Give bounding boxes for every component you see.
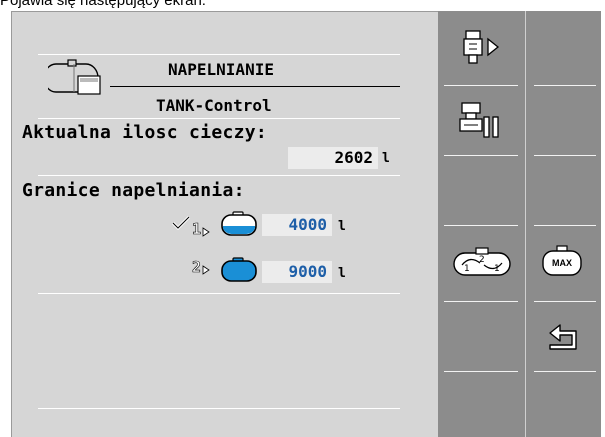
- separator-line: [38, 118, 400, 119]
- limit1-number: 1: [192, 220, 202, 239]
- current-volume-unit: l: [382, 151, 390, 166]
- current-volume-value: 2602: [288, 147, 378, 169]
- softkey-panel: 1 2 1 MAX: [438, 11, 601, 437]
- svg-text:2: 2: [479, 255, 485, 265]
- empty-softkey[interactable]: [438, 303, 524, 369]
- empty-softkey[interactable]: [526, 157, 601, 223]
- start-filling-button[interactable]: [438, 11, 524, 83]
- title-divider: [110, 86, 400, 87]
- max-label: MAX: [552, 258, 572, 268]
- tank-half-icon[interactable]: [220, 211, 258, 237]
- fill-limits-label: Granice napelniania:: [22, 180, 245, 201]
- current-volume-label: Aktualna ilosc cieczy:: [22, 122, 268, 143]
- valve-start-icon: [460, 29, 504, 69]
- pause-filling-button[interactable]: [438, 87, 524, 153]
- limit2-unit: l: [338, 266, 346, 281]
- panel-divider: [534, 301, 596, 302]
- checkmark-icon: [171, 215, 191, 231]
- limit2-number: 2: [192, 258, 202, 277]
- panel-divider: [444, 85, 518, 86]
- max-tank-icon: MAX: [542, 245, 582, 277]
- max-fill-button[interactable]: MAX: [526, 227, 601, 299]
- panel-divider: [444, 225, 518, 226]
- page-caption: Pojawia się następujący ekran:: [0, 0, 206, 9]
- panel-divider: [444, 155, 518, 156]
- separator-line: [38, 175, 400, 176]
- valve-pause-icon: [458, 101, 504, 145]
- limit-arrow-icon: [202, 222, 210, 237]
- empty-softkey[interactable]: [438, 373, 524, 437]
- panel-divider: [534, 155, 596, 156]
- tank-switch-icon: 1 2 1: [452, 245, 512, 283]
- empty-softkey[interactable]: [526, 11, 601, 83]
- panel-divider: [534, 85, 596, 86]
- separator-line: [38, 293, 400, 294]
- screen-subtitle: TANK-Control: [156, 96, 272, 115]
- tank-full-icon[interactable]: [220, 257, 258, 283]
- limit1-unit: l: [338, 219, 346, 234]
- panel-divider: [534, 225, 596, 226]
- panel-divider: [444, 301, 518, 302]
- back-button[interactable]: [526, 303, 601, 369]
- empty-softkey[interactable]: [526, 373, 601, 437]
- svg-text:1: 1: [494, 264, 500, 274]
- panel-divider: [444, 371, 518, 372]
- empty-softkey[interactable]: [526, 87, 601, 153]
- limit-arrow-icon: [202, 260, 210, 275]
- svg-text:1: 1: [464, 264, 470, 274]
- limit1-value[interactable]: 4000: [262, 214, 332, 236]
- limit2-value[interactable]: 9000: [262, 261, 332, 283]
- return-arrow-icon: [546, 319, 582, 357]
- separator-line: [38, 54, 400, 55]
- separator-line: [38, 408, 400, 409]
- empty-softkey[interactable]: [438, 157, 524, 223]
- panel-divider: [534, 371, 596, 372]
- tank-fill-icon: [43, 58, 112, 102]
- switch-limit-button[interactable]: 1 2 1: [438, 227, 524, 299]
- screen-title: NAPELNIANIE: [168, 60, 274, 79]
